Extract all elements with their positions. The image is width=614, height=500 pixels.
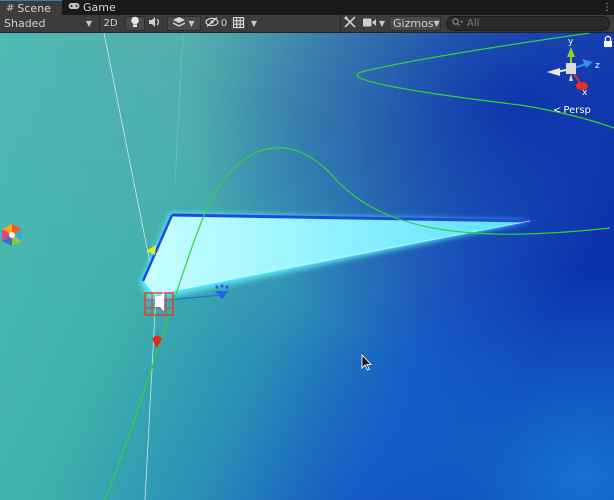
speaker-icon bbox=[149, 17, 161, 30]
scene-viewport[interactable]: y z x < Persp bbox=[0, 33, 614, 500]
grid-options-dropdown[interactable]: ▼ bbox=[248, 15, 260, 32]
tab-scene-label: Scene bbox=[17, 1, 51, 15]
video-camera-icon bbox=[362, 17, 376, 30]
grid-toggle-button[interactable] bbox=[230, 16, 247, 31]
gizmo-z-label: z bbox=[595, 61, 600, 71]
editor-tab-bar: # Scene Game ⋮ bbox=[0, 0, 614, 15]
camera-settings-dropdown[interactable]: ▼ bbox=[360, 15, 388, 32]
chevron-down-icon: ▼ bbox=[188, 19, 195, 28]
tab-game[interactable]: Game bbox=[62, 0, 120, 15]
hidden-object-count: 0 bbox=[220, 18, 228, 29]
grid-icon bbox=[232, 16, 245, 31]
chevron-down-icon: ▼ bbox=[250, 19, 258, 28]
lightbulb-icon bbox=[130, 16, 140, 31]
gamepad-icon bbox=[68, 2, 80, 13]
scene-visibility-toggle[interactable]: 0 bbox=[203, 15, 229, 32]
tab-game-label: Game bbox=[83, 1, 116, 14]
scene-toolbar: Shaded ▼ 2D ▼ 0 ▼ ▼ Gizmos ▼ All bbox=[0, 15, 614, 33]
tools-button[interactable] bbox=[340, 15, 358, 32]
chevron-down-icon: ▼ bbox=[378, 19, 386, 28]
draw-mode-label: Shaded bbox=[4, 17, 46, 30]
gizmo-y-label: y bbox=[568, 37, 574, 47]
projection-label: Persp bbox=[563, 105, 591, 116]
audio-toggle-button[interactable] bbox=[146, 15, 164, 32]
grid-icon: # bbox=[6, 2, 15, 14]
eye-hidden-icon bbox=[205, 17, 219, 30]
search-placeholder: All bbox=[467, 18, 480, 29]
projection-toggle[interactable]: < Persp bbox=[553, 105, 591, 116]
draw-mode-dropdown[interactable]: Shaded ▼ bbox=[0, 15, 96, 32]
search-icon bbox=[452, 17, 463, 30]
gizmos-dropdown[interactable]: Gizmos ▼ bbox=[389, 16, 441, 31]
tab-scene[interactable]: # Scene bbox=[0, 0, 62, 15]
scene-render bbox=[0, 33, 614, 500]
wrench-icon bbox=[343, 16, 356, 31]
2d-toggle-label: 2D bbox=[103, 18, 118, 29]
hierarchy-search-field[interactable]: All bbox=[446, 16, 610, 31]
lighting-toggle-button[interactable] bbox=[125, 16, 145, 31]
chevron-down-icon: ▼ bbox=[433, 19, 440, 28]
effects-dropdown[interactable]: ▼ bbox=[167, 16, 201, 31]
gizmos-label: Gizmos bbox=[393, 17, 434, 30]
perspective-icon: < bbox=[553, 105, 562, 116]
more-options-icon[interactable]: ⋮ bbox=[602, 2, 612, 13]
chevron-down-icon: ▼ bbox=[85, 19, 92, 28]
gizmo-x-label: x bbox=[582, 88, 588, 98]
layers-icon bbox=[173, 17, 186, 30]
2d-toggle-button[interactable]: 2D bbox=[99, 15, 121, 32]
